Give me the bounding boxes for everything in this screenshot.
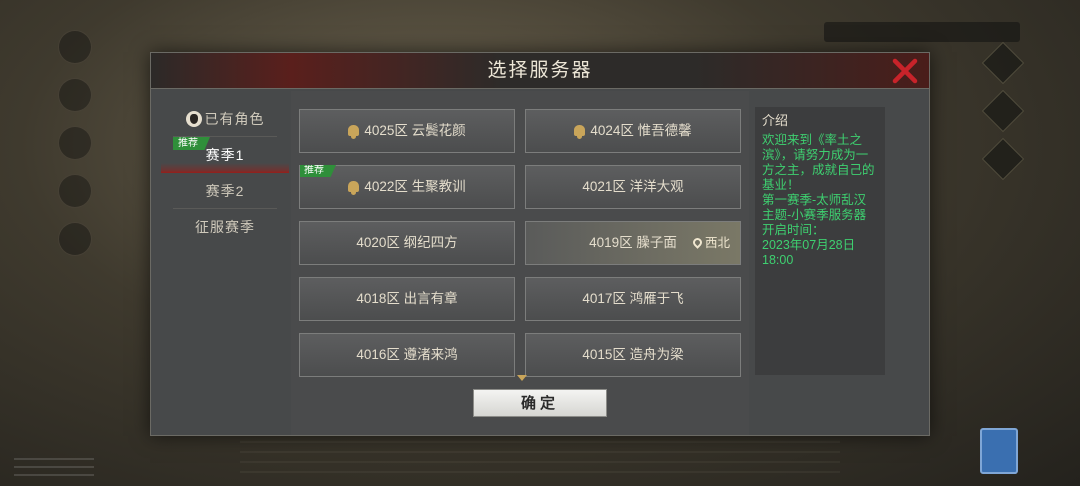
dialog-header: 选择服务器 bbox=[151, 53, 929, 89]
background-diamond-icon bbox=[981, 41, 1025, 85]
info-text: 欢迎来到《率土之滨》，请努力成为一方之主，成就自己的基业！ 第一赛季-太师乱汉主… bbox=[762, 133, 875, 267]
background-menu-icon bbox=[58, 126, 92, 160]
background-left-menu bbox=[58, 30, 98, 270]
background-right-menu bbox=[981, 41, 1025, 192]
dialog-title: 选择服务器 bbox=[487, 60, 593, 81]
server-button[interactable]: 4025区 云鬓花颜 bbox=[299, 109, 515, 153]
bell-icon bbox=[574, 125, 586, 139]
server-name: 造舟为梁 bbox=[629, 347, 684, 362]
server-info-panel: 介绍 欢迎来到《率土之滨》，请努力成为一方之主，成就自己的基业！ 第一赛季-太师… bbox=[755, 107, 885, 375]
server-button[interactable]: 4016区 遵渚来鸿 bbox=[299, 333, 515, 377]
nav-item-season-2[interactable]: 赛季2 bbox=[161, 173, 289, 209]
server-name: 臊子面 bbox=[636, 235, 677, 250]
nav-item-conquest-season[interactable]: 征服赛季 bbox=[161, 209, 289, 245]
server-name: 洋洋大观 bbox=[629, 179, 684, 194]
server-zone: 4018区 bbox=[356, 291, 400, 306]
server-name: 生聚教训 bbox=[411, 179, 466, 194]
recommend-badge: 推荐 bbox=[173, 137, 210, 150]
background-diamond-icon bbox=[981, 89, 1025, 133]
close-icon bbox=[892, 58, 918, 84]
recommend-badge: 推荐 bbox=[300, 165, 336, 177]
nav-item-season-1[interactable]: 推荐 赛季1 bbox=[161, 137, 289, 173]
server-zone: 4021区 bbox=[582, 179, 626, 194]
server-button[interactable]: 4024区 惟吾德馨 bbox=[525, 109, 741, 153]
server-select-dialog: 选择服务器 已有角色 推荐 赛季1 赛季2 征服赛季 4025区 云鬓花颜 40… bbox=[150, 52, 930, 436]
avatar-icon bbox=[185, 111, 202, 127]
server-name: 惟吾德馨 bbox=[637, 123, 692, 138]
server-name: 出言有章 bbox=[403, 291, 458, 306]
nav-item-label: 征服赛季 bbox=[195, 219, 255, 235]
background-menu-icon bbox=[58, 30, 92, 64]
server-zone: 4025区 bbox=[364, 123, 408, 138]
server-list[interactable]: 4025区 云鬓花颜 4024区 惟吾德馨 推荐 4022区 生聚教训 4021… bbox=[291, 91, 749, 435]
background-menu-icon bbox=[58, 222, 92, 256]
server-zone: 4017区 bbox=[582, 291, 626, 306]
server-button[interactable]: 4017区 鸿雁于飞 bbox=[525, 277, 741, 321]
close-button[interactable] bbox=[891, 57, 919, 85]
background-diamond-icon bbox=[981, 137, 1025, 181]
nav-item-existing-characters[interactable]: 已有角色 bbox=[161, 101, 289, 137]
season-nav: 已有角色 推荐 赛季1 赛季2 征服赛季 bbox=[161, 101, 289, 431]
background-menu-icon bbox=[58, 78, 92, 112]
confirm-button[interactable]: 确定 bbox=[473, 389, 607, 417]
server-name: 遵渚来鸿 bbox=[403, 347, 458, 362]
server-button[interactable]: 4015区 造舟为梁 bbox=[525, 333, 741, 377]
info-title: 介绍 bbox=[762, 113, 789, 128]
server-button[interactable]: 4019区 臊子面 西北 bbox=[525, 221, 741, 265]
server-region: 西北 bbox=[691, 222, 730, 264]
bell-icon bbox=[348, 181, 360, 195]
background-top-bar bbox=[824, 22, 1020, 42]
nav-item-label: 赛季1 bbox=[205, 147, 245, 163]
server-button[interactable]: 4020区 纲纪四方 bbox=[299, 221, 515, 265]
background-footer-text bbox=[240, 440, 840, 476]
server-button[interactable]: 推荐 4022区 生聚教训 bbox=[299, 165, 515, 209]
server-zone: 4019区 bbox=[589, 235, 633, 250]
server-name: 云鬓花颜 bbox=[411, 123, 466, 138]
nav-item-label: 赛季2 bbox=[205, 183, 245, 199]
server-name: 纲纪四方 bbox=[403, 235, 458, 250]
server-name: 鸿雁于飞 bbox=[629, 291, 684, 306]
background-blue-button bbox=[980, 428, 1018, 474]
bell-icon bbox=[348, 125, 360, 139]
region-label: 西北 bbox=[704, 236, 730, 250]
location-pin-icon bbox=[691, 236, 704, 249]
server-zone: 4024区 bbox=[590, 123, 634, 138]
background-version-text bbox=[14, 458, 94, 476]
server-zone: 4015区 bbox=[582, 347, 626, 362]
server-zone: 4022区 bbox=[364, 179, 408, 194]
server-button[interactable]: 4021区 洋洋大观 bbox=[525, 165, 741, 209]
server-button[interactable]: 4018区 出言有章 bbox=[299, 277, 515, 321]
nav-item-label: 已有角色 bbox=[204, 111, 265, 127]
scroll-down-indicator-icon bbox=[517, 375, 527, 381]
server-zone: 4020区 bbox=[356, 235, 400, 250]
server-zone: 4016区 bbox=[356, 347, 400, 362]
background-menu-icon bbox=[58, 174, 92, 208]
